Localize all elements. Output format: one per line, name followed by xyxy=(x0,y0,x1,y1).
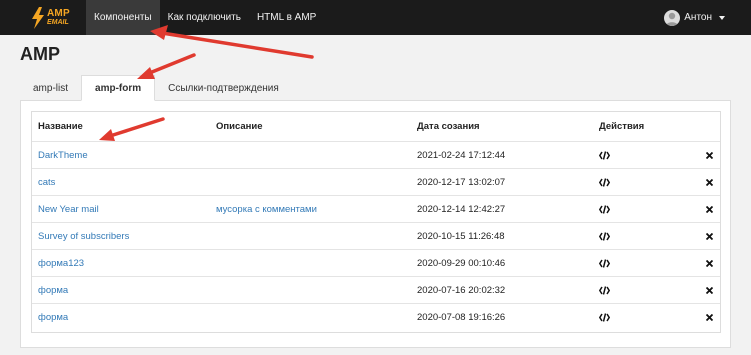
form-name-link[interactable]: New Year mail xyxy=(38,196,99,223)
code-icon[interactable] xyxy=(599,250,610,277)
form-date: 2020-10-15 11:26:48 xyxy=(417,231,505,242)
form-date: 2020-09-29 00:10:46 xyxy=(417,258,506,269)
nav-item-how-to-connect[interactable]: Как подключить xyxy=(160,0,249,35)
user-name: Антон xyxy=(684,12,712,23)
table-header-row: Название Описание Дата созания Действия xyxy=(32,112,720,141)
table-row: DarkTheme 2021-02-24 17:12:44 xyxy=(32,141,720,169)
header-date: Дата созания xyxy=(417,121,480,132)
brand-amp-text: AMP xyxy=(47,7,70,19)
form-name-link[interactable]: форма123 xyxy=(38,250,84,277)
form-name-link[interactable]: форма xyxy=(38,304,68,331)
form-description: мусорка с комментами xyxy=(216,204,317,215)
form-name-link[interactable]: форма xyxy=(38,277,68,304)
avatar xyxy=(664,9,681,26)
table-row: форма 2020-07-16 20:02:32 xyxy=(32,276,720,304)
code-icon[interactable] xyxy=(599,142,610,169)
user-menu[interactable]: Антон xyxy=(664,7,725,28)
tab-confirmation-links[interactable]: Ссылки-подтверждения xyxy=(155,75,292,101)
forms-table: Название Описание Дата созания Действия … xyxy=(31,111,721,333)
lightning-icon xyxy=(32,6,44,29)
brand-email-text: EMAIL xyxy=(47,18,69,26)
close-icon[interactable] xyxy=(706,277,713,304)
form-name-link[interactable]: Survey of subscribers xyxy=(38,223,129,250)
nav-item-components[interactable]: Компоненты xyxy=(86,0,160,35)
page-title: AMP xyxy=(20,44,60,64)
close-icon[interactable] xyxy=(706,304,713,331)
code-icon[interactable] xyxy=(599,223,610,250)
close-icon[interactable] xyxy=(706,142,713,169)
chevron-down-icon xyxy=(719,15,725,20)
form-date: 2021-02-24 17:12:44 xyxy=(417,150,506,161)
table-row: форма 2020-07-08 19:16:26 xyxy=(32,303,720,331)
close-icon[interactable] xyxy=(706,223,713,250)
close-icon[interactable] xyxy=(706,169,713,196)
form-date: 2020-07-08 19:16:26 xyxy=(417,312,506,323)
user-icon xyxy=(666,12,679,26)
form-date: 2020-12-14 12:42:27 xyxy=(417,204,506,215)
header-description: Описание xyxy=(216,121,263,132)
table-row: Survey of subscribers 2020-10-15 11:26:4… xyxy=(32,222,720,250)
form-date: 2020-07-16 20:02:32 xyxy=(417,285,506,296)
brand-logo[interactable]: AMP EMAIL xyxy=(0,0,82,35)
code-icon[interactable] xyxy=(599,304,610,331)
tab-bar: amp-list amp-form Ссылки-подтверждения xyxy=(20,75,292,101)
close-icon[interactable] xyxy=(706,250,713,277)
nav-item-html-to-amp[interactable]: HTML в AMP xyxy=(249,0,324,35)
top-navbar: AMP EMAIL Компоненты Как подключить HTML… xyxy=(0,0,751,35)
tab-amp-list[interactable]: amp-list xyxy=(20,75,81,101)
header-name: Название xyxy=(38,121,83,132)
table-row: cats 2020-12-17 13:02:07 xyxy=(32,168,720,196)
form-name-link[interactable]: cats xyxy=(38,169,55,196)
table-row: New Year mail мусорка с комментами 2020-… xyxy=(32,195,720,223)
code-icon[interactable] xyxy=(599,277,610,304)
close-icon[interactable] xyxy=(706,196,713,223)
header-actions: Действия xyxy=(599,121,645,132)
table-row: форма123 2020-09-29 00:10:46 xyxy=(32,249,720,277)
code-icon[interactable] xyxy=(599,196,610,223)
code-icon[interactable] xyxy=(599,169,610,196)
form-date: 2020-12-17 13:02:07 xyxy=(417,177,506,188)
tab-amp-form[interactable]: amp-form xyxy=(81,75,156,101)
tab-panel: Название Описание Дата созания Действия … xyxy=(20,101,731,348)
form-name-link[interactable]: DarkTheme xyxy=(38,142,88,169)
